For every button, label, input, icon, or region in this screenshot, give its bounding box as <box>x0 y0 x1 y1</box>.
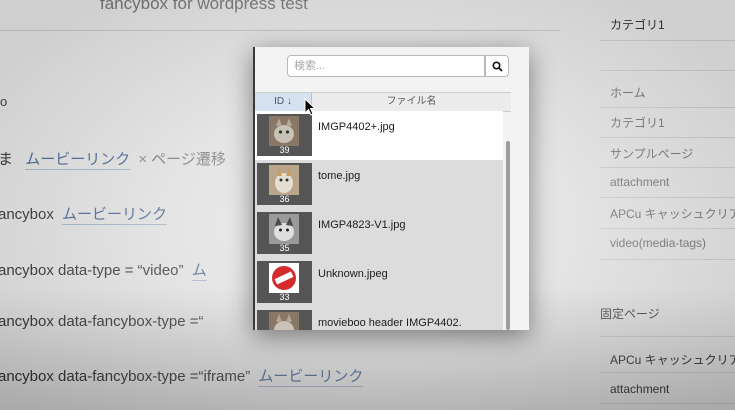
table-row[interactable]: movieboo header IMGP4402. <box>255 307 503 330</box>
sidebar-item-attachment[interactable]: attachment <box>610 175 735 189</box>
file-list: 39 IMGP4402+.jpg 36 tome.jpg 35 IMGP4823… <box>255 111 503 330</box>
id-label: 39 <box>279 145 290 155</box>
no-entry-icon <box>269 263 299 293</box>
content-line-3: ancybox data-type = “video” ム <box>0 262 207 281</box>
table-row[interactable]: 33 Unknown.jpeg <box>255 258 503 307</box>
page-title: fancybox for wordpress test <box>100 0 308 13</box>
divider <box>600 403 735 404</box>
divider <box>600 372 735 373</box>
filename: IMGP4823-V1.jpg <box>318 219 406 231</box>
divider <box>600 167 735 168</box>
sidebar-item-apcu[interactable]: APCu キャッシュクリア <box>610 205 735 222</box>
scrollbar-thumb[interactable] <box>506 141 510 330</box>
sidebar-item-home[interactable]: ホーム <box>610 84 735 101</box>
divider <box>600 137 735 138</box>
movie-link[interactable]: ムービーリンク <box>25 151 131 170</box>
list-marker: o <box>0 94 8 109</box>
fixed-pages-heading: 固定ページ <box>600 307 660 321</box>
table-row[interactable]: 35 IMGP4823-V1.jpg <box>255 209 503 258</box>
filename: Unknown.jpeg <box>318 268 388 280</box>
cat-photo <box>269 165 299 195</box>
movie-link[interactable]: ムービーリンク <box>258 368 364 387</box>
table-row[interactable]: 39 IMGP4402+.jpg <box>255 111 503 160</box>
divider <box>600 70 735 71</box>
thumbnail: 36 <box>257 163 312 205</box>
sidebar-item-category[interactable]: カテゴリ1 <box>610 16 735 33</box>
filename: IMGP4402+.jpg <box>318 121 395 133</box>
sidebar: カテゴリ1 ホーム カテゴリ1 サンプルページ attachment APCu … <box>590 0 735 410</box>
fixed-item-attachment[interactable]: attachment <box>610 382 735 396</box>
divider <box>600 197 735 198</box>
table-row[interactable]: 36 tome.jpg <box>255 160 503 209</box>
search-icon <box>491 60 503 72</box>
thumbnail: 33 <box>257 261 312 303</box>
content-line-5: ancybox data-fancybox-type =“iframe” ムービ… <box>0 368 364 387</box>
fixed-item-apcu[interactable]: APCu キャッシュクリア <box>610 351 735 368</box>
search-input[interactable] <box>287 55 485 77</box>
thumbnail: 39 <box>257 114 312 156</box>
movie-link[interactable]: ムービーリンク <box>62 206 168 225</box>
search-button[interactable] <box>485 55 509 77</box>
divider <box>600 40 735 41</box>
sidebar-item-video[interactable]: video(media-tags) <box>610 236 735 250</box>
filename: tome.jpg <box>318 170 361 182</box>
media-picker-popup: ID ↓ ファイル名 39 IMGP4402+.jpg <box>253 47 529 330</box>
id-label: 36 <box>279 194 290 204</box>
divider <box>0 30 560 31</box>
column-header-filename[interactable]: ファイル名 <box>312 93 511 111</box>
thumbnail: 35 <box>257 212 312 254</box>
sidebar-item-sample-page[interactable]: サンプルページ <box>610 145 735 162</box>
cat-photo <box>269 312 299 330</box>
cat-photo-bw <box>269 214 299 244</box>
filename: movieboo header IMGP4402. <box>318 317 462 329</box>
content-line-4: ancybox data-fancybox-type =“ <box>0 313 204 330</box>
cat-photo <box>269 116 299 146</box>
divider <box>600 336 735 337</box>
mouse-cursor-icon <box>304 98 316 116</box>
movie-link[interactable]: ム <box>191 262 207 281</box>
content-line-2: ancybox ムービーリンク <box>0 206 168 225</box>
thumbnail <box>257 310 312 330</box>
table-header: ID ↓ ファイル名 <box>255 92 511 112</box>
scrollbar[interactable] <box>505 111 513 330</box>
sidebar-item-category1[interactable]: カテゴリ1 <box>610 114 735 131</box>
divider <box>600 107 735 108</box>
id-label: 33 <box>279 292 290 302</box>
id-label: 35 <box>279 243 290 253</box>
divider <box>600 259 735 260</box>
content-line-1: ま ムービーリンク × ページ遷移 <box>0 151 226 170</box>
divider <box>600 228 735 229</box>
